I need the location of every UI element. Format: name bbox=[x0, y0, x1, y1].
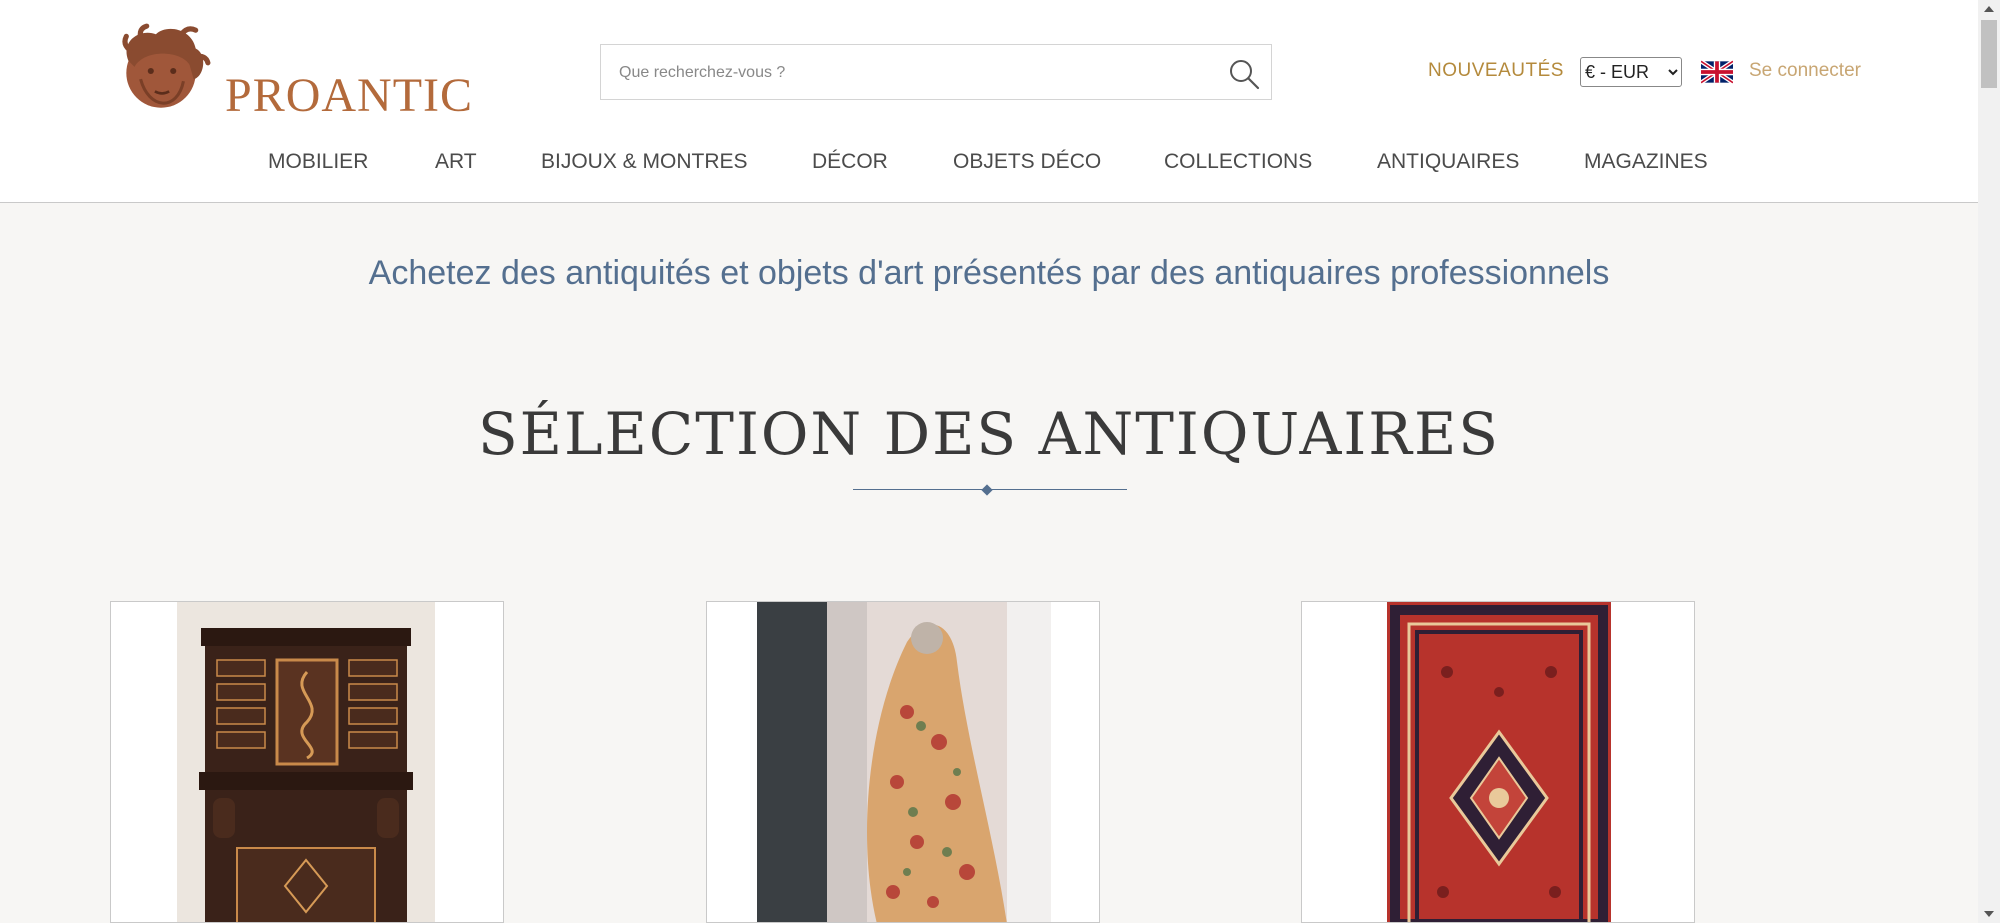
fabric-image bbox=[757, 602, 1051, 922]
nav-item-decor[interactable]: DÉCOR bbox=[812, 150, 888, 174]
nav-item-collections[interactable]: COLLECTIONS bbox=[1164, 150, 1312, 174]
product-card-cabinet[interactable] bbox=[110, 601, 504, 923]
nav-item-art[interactable]: ART bbox=[435, 150, 477, 174]
new-arrivals-link[interactable]: NOUVEAUTÉS bbox=[1428, 60, 1564, 82]
search-input[interactable] bbox=[617, 59, 1221, 87]
scroll-down-arrow-icon[interactable] bbox=[1984, 911, 1994, 917]
section-title: SÉLECTION DES ANTIQUAIRES bbox=[477, 400, 1501, 468]
logo-wordmark: PROANTIC bbox=[225, 69, 474, 122]
nav-item-bijoux-montres[interactable]: BIJOUX & MONTRES bbox=[541, 150, 748, 174]
search-icon[interactable] bbox=[1227, 57, 1261, 91]
nav-item-mobilier[interactable]: MOBILIER bbox=[268, 150, 368, 174]
tagline: Achetez des antiquités et objets d'art p… bbox=[368, 254, 1610, 292]
divider-diamond bbox=[981, 484, 993, 496]
search-bar bbox=[600, 44, 1272, 100]
currency-select[interactable]: € - EUR bbox=[1580, 57, 1682, 87]
product-card-rug[interactable] bbox=[1301, 601, 1695, 923]
product-card-fabric[interactable] bbox=[706, 601, 1100, 923]
rug-image bbox=[1387, 602, 1611, 922]
site-logo[interactable]: PROANTIC bbox=[110, 20, 472, 122]
site-header: PROANTIC NOUVEAUTÉS € - EUR Se connecter… bbox=[0, 0, 1978, 203]
scroll-up-arrow-icon[interactable] bbox=[1984, 6, 1994, 12]
nav-item-antiquaires[interactable]: ANTIQUAIRES bbox=[1377, 150, 1519, 174]
nav-item-magazines[interactable]: MAGAZINES bbox=[1584, 150, 1708, 174]
medusa-head-icon bbox=[122, 23, 211, 108]
cabinet-image bbox=[177, 602, 435, 922]
nav-item-objets-deco[interactable]: OBJETS DÉCO bbox=[953, 150, 1101, 174]
main-nav: MOBILIER ART BIJOUX & MONTRES DÉCOR OBJE… bbox=[108, 125, 1848, 202]
uk-flag-icon[interactable] bbox=[1701, 60, 1733, 84]
login-link[interactable]: Se connecter bbox=[1749, 60, 1861, 82]
page-scrollbar[interactable] bbox=[1978, 0, 2000, 923]
scrollbar-thumb[interactable] bbox=[1981, 20, 1997, 88]
